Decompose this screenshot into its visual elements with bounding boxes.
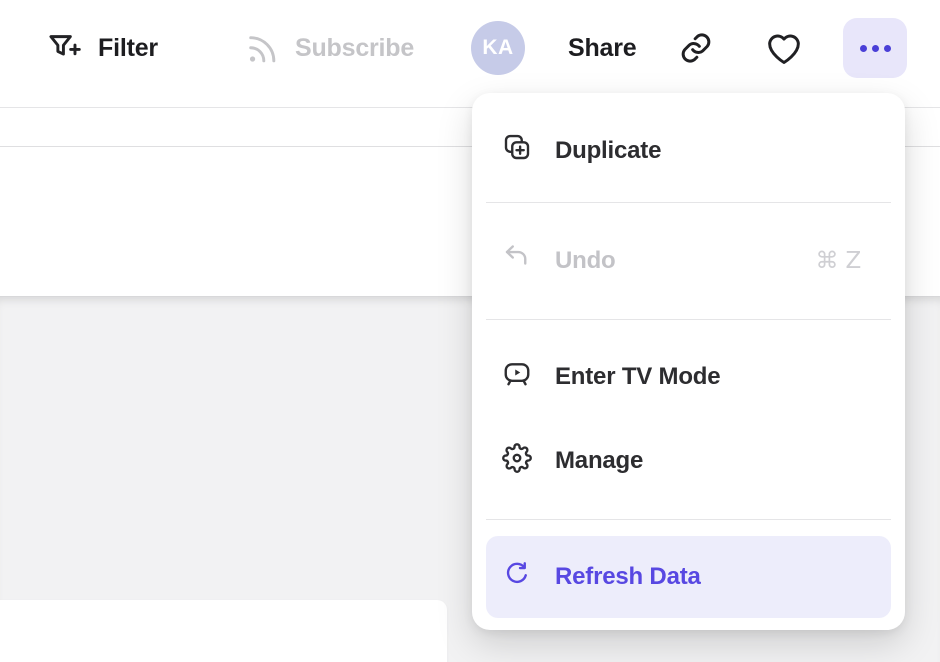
share-label: Share xyxy=(568,34,636,63)
menu-item-refresh-data[interactable]: Refresh Data xyxy=(486,536,891,618)
copy-link-button[interactable] xyxy=(676,0,716,96)
keyboard-shortcut: ⌘ Z xyxy=(816,248,875,274)
menu-item-undo[interactable]: Undo ⌘ Z xyxy=(486,203,891,319)
menu-item-label: Manage xyxy=(555,447,643,475)
menu-item-enter-tv-mode[interactable]: Enter TV Mode xyxy=(486,335,891,419)
menu-item-label: Enter TV Mode xyxy=(555,363,720,391)
rss-icon xyxy=(243,30,280,67)
gear-icon xyxy=(502,443,532,480)
text-card: some of the most basic revenue m xyxy=(0,600,447,662)
tv-play-icon xyxy=(502,359,532,396)
share-button[interactable]: Share xyxy=(568,0,636,96)
menu-divider xyxy=(486,519,891,520)
app-screen: some of the most basic revenue m Filter xyxy=(0,0,940,662)
menu-item-label: Duplicate xyxy=(555,137,661,165)
undo-arrow-icon xyxy=(502,243,532,280)
menu-item-label: Undo xyxy=(555,247,616,275)
filter-label: Filter xyxy=(98,34,158,63)
avatar-initials: KA xyxy=(471,21,525,75)
more-actions-button[interactable] xyxy=(843,0,907,96)
copy-plus-icon xyxy=(502,132,532,169)
user-avatar[interactable]: KA xyxy=(471,0,525,96)
subscribe-button[interactable]: Subscribe xyxy=(243,0,414,96)
funnel-plus-icon xyxy=(46,30,83,67)
menu-item-label: Refresh Data xyxy=(555,563,701,591)
toolbar: Filter Subscribe KA Share xyxy=(0,0,940,108)
ellipsis-icon[interactable] xyxy=(843,18,907,78)
menu-item-manage[interactable]: Manage xyxy=(486,419,891,503)
heart-icon xyxy=(763,27,805,69)
link-icon xyxy=(676,28,716,68)
favorite-button[interactable] xyxy=(763,0,805,96)
more-actions-menu: Duplicate Undo ⌘ Z xyxy=(472,93,905,630)
menu-item-duplicate[interactable]: Duplicate xyxy=(486,99,891,202)
menu-group: Enter TV Mode Manage xyxy=(486,320,891,519)
filter-button[interactable]: Filter xyxy=(46,0,158,96)
subscribe-label: Subscribe xyxy=(295,34,414,63)
refresh-arrow-icon xyxy=(502,559,532,596)
